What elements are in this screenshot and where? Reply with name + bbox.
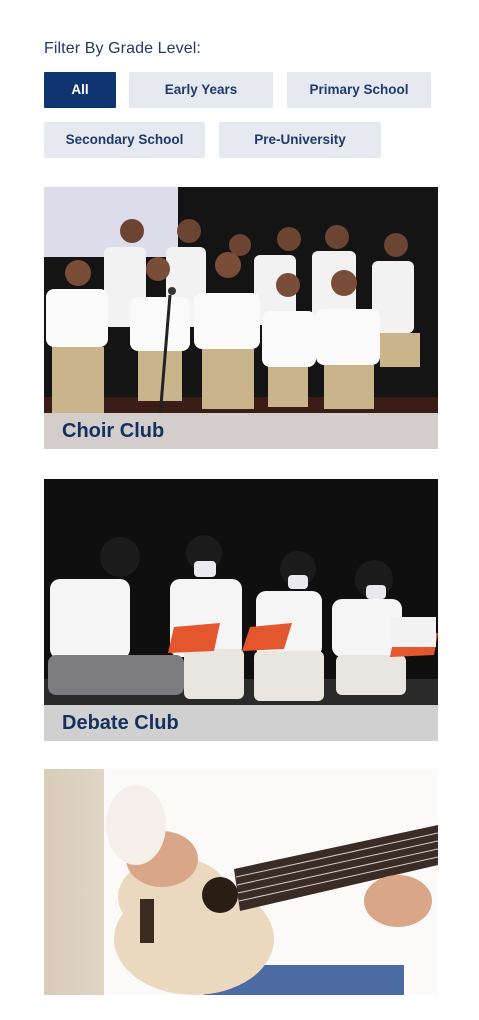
debate-photo: [44, 479, 438, 741]
filter-chip-all[interactable]: All: [44, 72, 116, 108]
filter-chip-pre-university[interactable]: Pre-University: [219, 122, 381, 158]
filter-chip-early-years[interactable]: Early Years: [129, 72, 273, 108]
filter-title: Filter By Grade Level:: [44, 40, 201, 57]
club-card-music[interactable]: [44, 769, 438, 995]
club-card-title: Debate Club: [44, 705, 438, 741]
club-card-debate[interactable]: Debate Club: [44, 479, 438, 741]
ukulele-photo: [44, 769, 438, 995]
clubs-page: Filter By Grade Level: All Early Years P…: [0, 0, 479, 1020]
club-card-title: Choir Club: [44, 413, 438, 449]
filter-chip-primary-school[interactable]: Primary School: [287, 72, 431, 108]
filter-chip-secondary-school[interactable]: Secondary School: [44, 122, 205, 158]
club-card-choir[interactable]: Choir Club: [44, 187, 438, 449]
choir-photo: [44, 187, 438, 449]
